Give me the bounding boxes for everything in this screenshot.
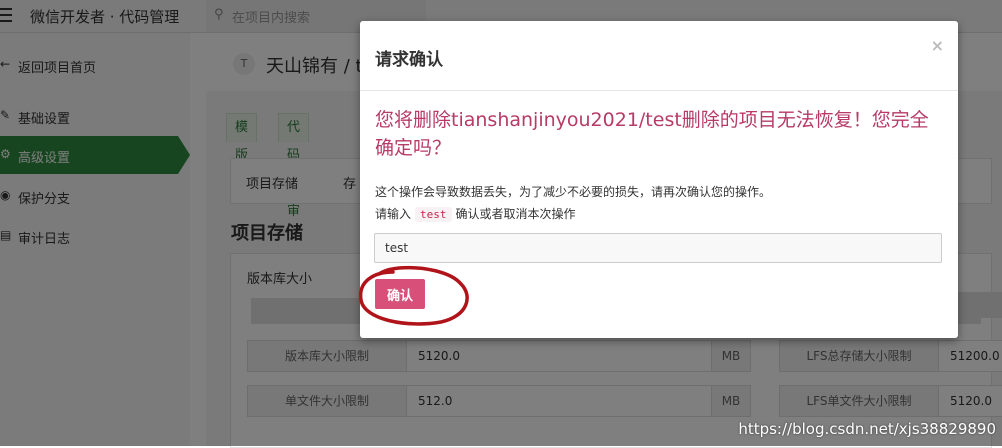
confirm-text-input[interactable] xyxy=(374,233,942,263)
dialog-header: 请求确认 × xyxy=(360,21,958,91)
dialog-description: 这个操作会导致数据丢失，为了减少不必要的损失，请再次确认您的操作。 xyxy=(375,185,772,199)
confirm-button[interactable]: 确认 xyxy=(375,279,425,309)
watermark: https://blog.csdn.net/xjs38829890 xyxy=(738,420,996,438)
hint-suffix: 确认或者取消本次操作 xyxy=(455,207,576,221)
hint-code: test xyxy=(415,207,452,222)
dialog-title: 请求确认 xyxy=(375,50,443,70)
close-button[interactable]: × xyxy=(931,36,944,55)
delete-warning: 您将删除tianshanjinyou2021/test删除的项目无法恢复！您完全… xyxy=(375,109,929,159)
confirm-dialog: 请求确认 × 您将删除tianshanjinyou2021/test删除的项目无… xyxy=(360,21,958,338)
hint-prefix: 请输入 xyxy=(375,207,412,221)
confirm-hint: 请输入 test 确认或者取消本次操作 xyxy=(375,205,576,222)
